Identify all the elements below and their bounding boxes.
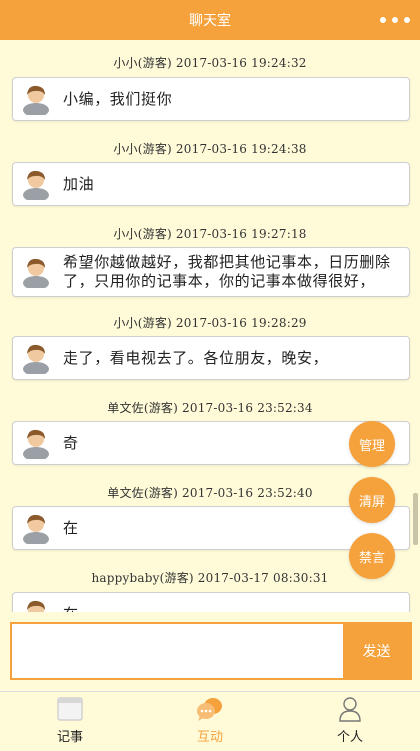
tab-label: 个人 bbox=[336, 730, 363, 745]
message-text: 希望你越做越好，我都把其他记事本，日历删除 了，只用你的记事本，你的记事本做得很… bbox=[63, 253, 391, 291]
more-dots-icon[interactable] bbox=[380, 10, 410, 30]
message-text-line: 希望你越做越好，我都把其他记事本，日历删除 bbox=[63, 253, 391, 271]
message-bubble: 希望你越做越好，我都把其他记事本，日历删除 了，只用你的记事本，你的记事本做得很… bbox=[12, 247, 410, 297]
message-composer: 发送 bbox=[10, 622, 412, 680]
message-text: 小编，我们挺你 bbox=[63, 90, 173, 108]
message-input[interactable] bbox=[12, 624, 343, 678]
avatar-icon bbox=[21, 83, 51, 115]
message-meta: 小小(游客) 2017-03-16 19:24:38 bbox=[113, 142, 307, 156]
chat-list[interactable]: 小小(游客) 2017-03-16 19:24:32 小编，我们挺你 小小(游客… bbox=[0, 40, 420, 612]
avatar-icon bbox=[21, 598, 51, 612]
app-header: 聊天室 bbox=[0, 0, 420, 40]
mute-button[interactable]: 禁言 bbox=[349, 533, 395, 579]
message-bubble: 加油 bbox=[12, 162, 410, 206]
message-meta: 小小(游客) 2017-03-16 19:28:29 bbox=[113, 316, 307, 330]
message-meta: 小小(游客) 2017-03-16 19:24:32 bbox=[113, 56, 307, 70]
avatar-icon bbox=[21, 512, 51, 544]
message-meta: 单文佐(游客) 2017-03-16 23:52:34 bbox=[107, 401, 313, 415]
message-text: 走了，看电视去了。各位朋友，晚安， bbox=[63, 349, 329, 367]
notebook-icon bbox=[55, 694, 85, 724]
message-bubble: 走了，看电视去了。各位朋友，晚安， bbox=[12, 336, 410, 380]
chat-scrollbar[interactable] bbox=[413, 493, 418, 545]
bottom-tab-bar: 记事 互动 个人 bbox=[0, 691, 420, 751]
avatar-icon bbox=[21, 342, 51, 374]
message-text: 在 bbox=[63, 598, 79, 612]
tab-notes[interactable]: 记事 bbox=[0, 692, 140, 751]
message-text-line: 了，只用你的记事本，你的记事本做得很好， bbox=[63, 272, 376, 290]
avatar-icon bbox=[21, 427, 51, 459]
message-text: 奇 bbox=[63, 434, 79, 452]
tab-interact[interactable]: 互动 bbox=[140, 692, 280, 751]
message-meta: 小小(游客) 2017-03-16 19:27:18 bbox=[113, 227, 307, 241]
message-bubble: 小编，我们挺你 bbox=[12, 77, 410, 121]
send-button[interactable]: 发送 bbox=[343, 624, 410, 678]
manage-button[interactable]: 管理 bbox=[349, 421, 395, 467]
clear-screen-button[interactable]: 清屏 bbox=[349, 477, 395, 523]
message-text: 在 bbox=[63, 519, 79, 537]
chat-bubble-icon bbox=[195, 694, 225, 724]
avatar-icon bbox=[21, 256, 51, 288]
page-title: 聊天室 bbox=[189, 13, 231, 29]
message-bubble: 在 bbox=[12, 506, 410, 550]
tab-label: 记事 bbox=[56, 730, 83, 745]
tab-personal[interactable]: 个人 bbox=[280, 692, 420, 751]
avatar-icon bbox=[21, 168, 51, 200]
message-bubble: 在 bbox=[12, 592, 410, 612]
message-text: 加油 bbox=[63, 175, 95, 193]
person-icon bbox=[335, 694, 365, 724]
tab-label: 互动 bbox=[196, 730, 223, 745]
